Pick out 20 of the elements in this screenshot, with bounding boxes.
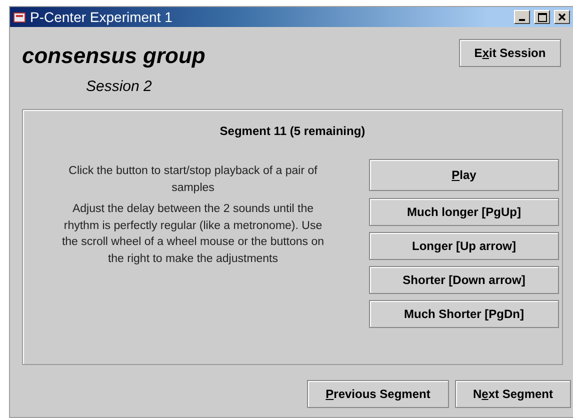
maximize-icon [538,12,546,22]
window-title: P-Center Experiment 1 [30,9,174,25]
segment-nav-button[interactable]: Previous Segment [307,380,449,408]
instruction-text: Adjust the delay between the 2 sounds until the rhythm is perfectly regular (like a metronome). Use the scroll wheel of a wheel mouse or the buttons on the right to make the adjustments [61,202,325,266]
adjust-button[interactable]: Longer [Up arrow] [369,232,559,260]
instruction-text: Click the button to start/stop playback of a pair of samples [68,164,318,196]
segment-heading: Segment 11 (5 remaining) [220,124,366,138]
app-icon [13,10,26,24]
close-icon [558,13,566,21]
maximize-button[interactable] [534,10,550,24]
adjust-button[interactable]: Much longer [PgUp] [369,198,559,226]
minimize-button[interactable] [514,10,530,24]
adjust-button[interactable]: Play [369,159,559,191]
exit-session-button[interactable]: Exit Session [459,39,561,67]
adjust-button[interactable]: Shorter [Down arrow] [369,266,559,294]
close-button[interactable] [554,10,570,24]
group-title: consensus group [22,43,206,69]
adjust-button[interactable]: Much Shorter [PgDn] [369,300,559,328]
session-label: Session 2 [86,78,153,95]
segment-nav-button[interactable]: Next Segment [455,380,571,408]
